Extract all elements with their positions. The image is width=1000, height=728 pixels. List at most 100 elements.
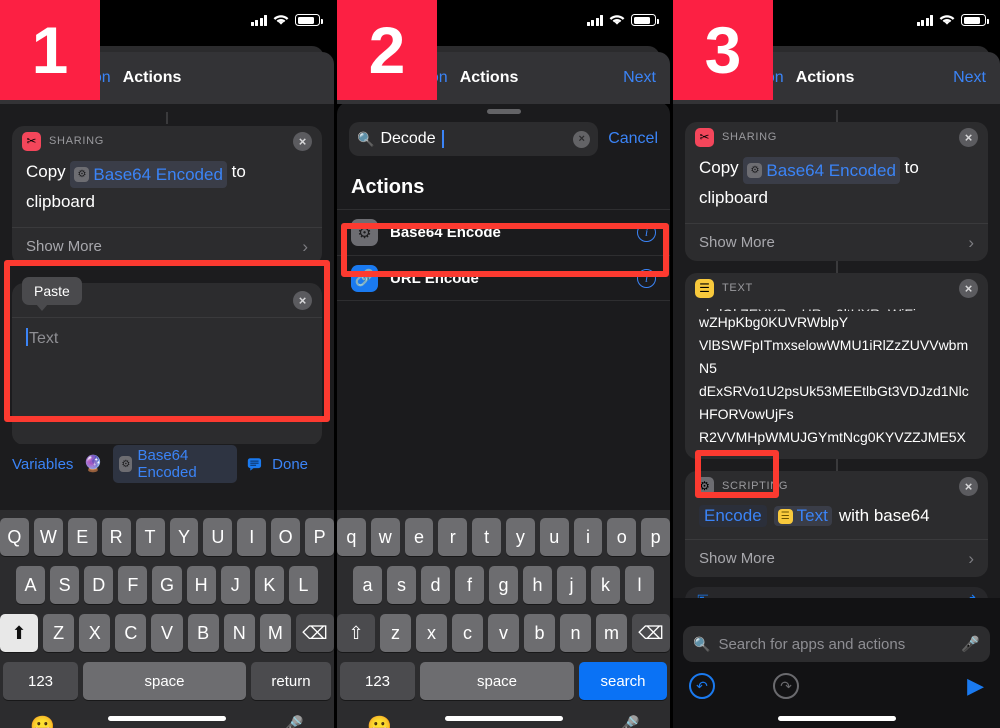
close-icon[interactable]: × (959, 476, 978, 496)
emoji-icon[interactable]: 😀 (30, 714, 55, 728)
info-icon[interactable]: i (637, 268, 656, 288)
key-z[interactable]: z (380, 614, 411, 652)
key-s[interactable]: s (387, 566, 416, 604)
variable-token-base64-encoded[interactable]: ⚙ Base64 Encoded (743, 157, 900, 184)
search-key[interactable]: search (579, 662, 667, 700)
key-b[interactable]: b (524, 614, 555, 652)
key-k[interactable]: k (591, 566, 620, 604)
paste-tooltip[interactable]: Paste (22, 277, 82, 311)
cancel-button[interactable]: Cancel (608, 130, 658, 148)
action-result-base64-encode[interactable]: ⚙ Base64 Encode i (337, 210, 670, 255)
key-B[interactable]: B (187, 614, 219, 652)
key-V[interactable]: V (151, 614, 183, 652)
shift-key[interactable]: ⇧ (337, 614, 375, 652)
emoji-icon[interactable]: 😀 (367, 714, 392, 728)
encode-mode-dropdown[interactable]: Encode (699, 505, 767, 527)
done-button[interactable]: Done (272, 456, 308, 473)
show-more-button[interactable]: Show More › (685, 539, 988, 577)
key-T[interactable]: T (135, 518, 165, 556)
base64-text-content[interactable]: ylwlQkZEYXRpcHRsc0ltUXRaWjFjp wZHpKbg0KU… (685, 303, 988, 459)
key-w[interactable]: w (370, 518, 400, 556)
key-d[interactable]: d (421, 566, 450, 604)
key-v[interactable]: v (488, 614, 519, 652)
key-S[interactable]: S (50, 566, 80, 604)
return-key[interactable]: return (251, 662, 331, 700)
key-a[interactable]: a (353, 566, 382, 604)
key-c[interactable]: c (452, 614, 483, 652)
key-e[interactable]: e (404, 518, 434, 556)
key-N[interactable]: N (223, 614, 255, 652)
microphone-icon[interactable]: 🎤 (279, 714, 304, 728)
backspace-key[interactable]: ⌫ (632, 614, 670, 652)
key-M[interactable]: M (259, 614, 291, 652)
key-Z[interactable]: Z (43, 614, 75, 652)
action-card-sharing[interactable]: ✂ SHARING × Copy ⚙ Base64 Encoded to cli… (12, 126, 322, 265)
key-D[interactable]: D (84, 566, 114, 604)
action-card-sharing[interactable]: ✂ SHARING × Copy ⚙ Base64 Encoded to cli… (685, 122, 988, 261)
microphone-icon[interactable]: 🎤 (615, 714, 640, 728)
show-more-button[interactable]: Show More › (685, 223, 988, 261)
key-C[interactable]: C (115, 614, 147, 652)
close-icon[interactable]: × (293, 131, 312, 151)
variable-token-base64-encoded[interactable]: ⚙ Base64 Encoded (70, 161, 227, 188)
info-icon[interactable]: i (637, 223, 656, 242)
numbers-key[interactable]: 123 (3, 662, 78, 700)
close-icon[interactable]: × (959, 127, 978, 147)
key-x[interactable]: x (416, 614, 447, 652)
key-f[interactable]: f (455, 566, 484, 604)
magic-wand-icon[interactable]: 🔮 (83, 454, 103, 474)
key-m[interactable]: m (596, 614, 627, 652)
backspace-key[interactable]: ⌫ (295, 614, 334, 652)
key-P[interactable]: P (305, 518, 334, 556)
key-H[interactable]: H (186, 566, 216, 604)
nav-next-button[interactable]: Next (623, 69, 656, 87)
clear-icon[interactable]: × (573, 130, 591, 148)
variables-button[interactable]: Variables (12, 456, 73, 473)
key-Q[interactable]: Q (0, 518, 29, 556)
action-result-url-encode[interactable]: 🔗 URL Encode i (337, 255, 670, 300)
key-E[interactable]: E (67, 518, 97, 556)
key-o[interactable]: o (607, 518, 637, 556)
key-X[interactable]: X (79, 614, 111, 652)
key-I[interactable]: I (237, 518, 267, 556)
comment-icon[interactable] (247, 456, 262, 472)
key-Y[interactable]: Y (169, 518, 199, 556)
key-n[interactable]: n (560, 614, 591, 652)
undo-icon[interactable]: ↶ (689, 673, 715, 699)
play-icon[interactable]: ▶ (967, 673, 984, 699)
variable-token-base64-encoded[interactable]: ⚙ Base64 Encoded (113, 445, 238, 483)
search-input[interactable]: 🔍 Decode × (349, 122, 599, 156)
key-u[interactable]: u (539, 518, 569, 556)
key-h[interactable]: h (523, 566, 552, 604)
key-i[interactable]: i (573, 518, 603, 556)
numbers-key[interactable]: 123 (340, 662, 415, 700)
action-card-text[interactable]: ☰ TEXT × ylwlQkZEYXRpcHRsc0ltUXRaWjFjp w… (685, 273, 988, 459)
key-r[interactable]: r (438, 518, 468, 556)
key-W[interactable]: W (33, 518, 63, 556)
key-K[interactable]: K (254, 566, 284, 604)
shift-key[interactable]: ⬆ (0, 614, 38, 652)
key-t[interactable]: t (472, 518, 501, 556)
variable-token-text[interactable]: ☰ Text (773, 506, 832, 526)
key-y[interactable]: y (506, 518, 535, 556)
key-L[interactable]: L (288, 566, 318, 604)
show-more-button[interactable]: Show More › (12, 227, 322, 265)
key-l[interactable]: l (625, 566, 654, 604)
text-input-card[interactable]: XT × Text Paste (12, 277, 322, 445)
close-icon[interactable]: × (293, 290, 312, 310)
key-A[interactable]: A (16, 566, 46, 604)
redo-icon[interactable]: ↷ (773, 673, 799, 699)
close-icon[interactable]: × (959, 278, 978, 298)
key-p[interactable]: p (641, 518, 670, 556)
space-key[interactable]: space (83, 662, 246, 700)
key-j[interactable]: j (557, 566, 586, 604)
key-G[interactable]: G (152, 566, 182, 604)
key-O[interactable]: O (271, 518, 301, 556)
microphone-icon[interactable]: 🎤 (961, 635, 980, 653)
key-q[interactable]: q (337, 518, 366, 556)
action-card-scripting[interactable]: ⚙ SCRIPTING × Encode ☰ Text with base64 … (685, 471, 988, 577)
key-R[interactable]: R (101, 518, 131, 556)
key-F[interactable]: F (118, 566, 148, 604)
key-g[interactable]: g (489, 566, 518, 604)
space-key[interactable]: space (420, 662, 574, 700)
